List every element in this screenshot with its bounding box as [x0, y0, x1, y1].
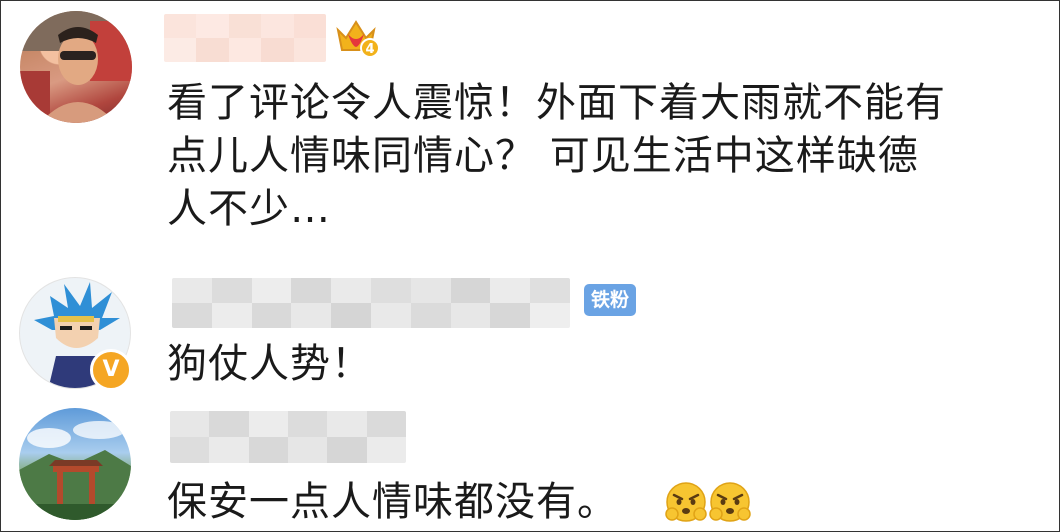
angry-face-emoji — [665, 482, 707, 522]
angry-face-emoji — [709, 482, 751, 522]
comment-text: 保安一点人情味都没有。 — [167, 479, 618, 525]
comment-text: 狗仗人势！ — [167, 341, 372, 387]
comment-text-line: 看了评论令人震惊！外面下着大雨就不能有 — [167, 80, 946, 126]
crown-vip-level-icon[interactable]: 4 — [334, 16, 378, 60]
comment-text: 看了评论令人震惊！外面下着大雨就不能有 点儿人情味同情心？ 可见生活中这样缺德 … — [167, 77, 946, 236]
user-avatar[interactable] — [19, 408, 131, 520]
avatar-image — [19, 421, 131, 520]
avatar-image — [20, 11, 132, 123]
username-blurred[interactable] — [164, 14, 326, 62]
comment-item: V 铁粉 狗仗人势！ — [0, 270, 1058, 400]
comment-text-line: 人不少… — [167, 186, 331, 232]
username-blurred[interactable] — [172, 278, 570, 328]
user-avatar[interactable] — [20, 11, 132, 123]
comment-item: 保安一点人情味都没有。 — [0, 400, 1058, 532]
verified-badge-icon: V — [90, 349, 132, 391]
comment-item: 4 看了评论令人震惊！外面下着大雨就不能有 点儿人情味同情心？ 可见生活中这样缺… — [0, 0, 1058, 270]
username-blurred[interactable] — [170, 411, 406, 463]
comment-text-line: 点儿人情味同情心？ 可见生活中这样缺德 — [167, 133, 919, 179]
fans-badge[interactable]: 铁粉 — [584, 284, 636, 316]
vip-level-number: 4 — [365, 42, 374, 57]
